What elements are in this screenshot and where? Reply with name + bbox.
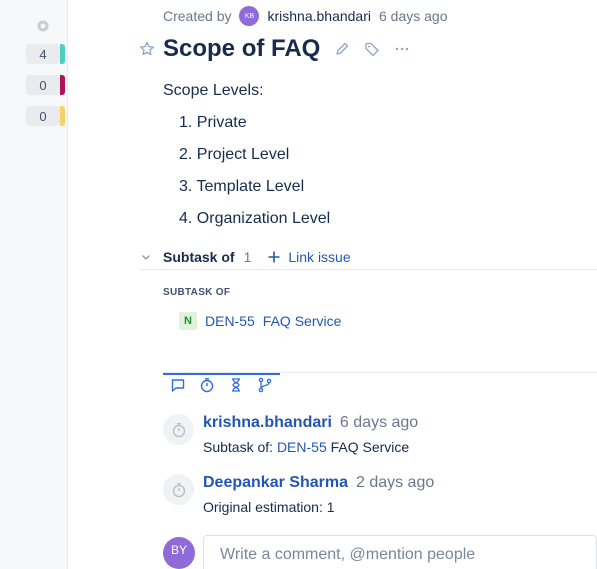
subtask-section-header: Subtask of 1 Link issue: [140, 244, 597, 270]
tag-icon[interactable]: [364, 41, 380, 57]
count-value: 4: [26, 44, 60, 64]
issue-title[interactable]: Scope of FAQ: [163, 35, 320, 63]
description-heading: Scope Levels:: [163, 82, 264, 99]
activity-user[interactable]: krishna.bhandari: [203, 414, 332, 431]
subtask-count: 1: [243, 248, 252, 265]
left-rail: 4 0 0: [0, 0, 68, 569]
activity-tabs: [163, 373, 280, 395]
subtask-of-label[interactable]: Subtask of: [163, 249, 235, 265]
activity-issue-link[interactable]: DEN-55: [277, 439, 327, 455]
created-by-meta: Created by KB krishna.bhandari 6 days ag…: [163, 5, 448, 27]
list-item: 2. Project Level: [179, 146, 290, 163]
activity-entry: krishna.bhandari 6 days ago Subtask of: D…: [163, 414, 597, 464]
tab-comments[interactable]: [163, 377, 192, 393]
edit-pencil-icon[interactable]: [334, 41, 350, 57]
stopwatch-icon: [172, 422, 185, 437]
issue-summary-link[interactable]: FAQ Service: [263, 313, 342, 329]
comment-icon: [171, 379, 184, 392]
rail-count-badge[interactable]: 0: [26, 106, 66, 126]
scope-list: 1. Private 2. Project Level 3. Template …: [179, 101, 330, 229]
issue-description[interactable]: Scope Levels: 1. Private 2. Project Leve…: [163, 81, 330, 229]
activity-avatar: [163, 474, 194, 505]
issue-type-badge: N: [179, 312, 197, 330]
activity-header: Deepankar Sharma 2 days ago: [203, 474, 434, 492]
activity-detail: Subtask of: DEN-55 FAQ Service: [203, 439, 409, 455]
git-branch-icon: [258, 377, 271, 393]
list-item: 3. Template Level: [179, 178, 305, 195]
activity-text-suffix: FAQ Service: [326, 439, 410, 455]
gear-icon[interactable]: [36, 19, 50, 33]
author-name[interactable]: krishna.bhandari: [267, 8, 371, 24]
activity-text: Original estimation: 1: [203, 499, 335, 515]
count-value: 0: [26, 106, 60, 126]
link-issue-label: Link issue: [288, 248, 351, 265]
activity-header: krishna.bhandari 6 days ago: [203, 414, 418, 432]
activity-user[interactable]: Deepankar Sharma: [203, 474, 348, 491]
comment-input[interactable]: Write a comment, @mention people: [203, 535, 597, 569]
hourglass-icon: [231, 378, 240, 392]
list-item: 1. Private: [179, 114, 247, 131]
current-user-avatar[interactable]: BY: [163, 537, 195, 569]
issue-key-link[interactable]: DEN-55: [205, 313, 255, 329]
rail-count-badge[interactable]: 4: [26, 44, 66, 64]
color-marker: [60, 44, 65, 64]
star-icon[interactable]: [139, 41, 155, 57]
created-by-label: Created by: [163, 8, 232, 24]
subtask-group-heading: SUBTASK OF: [163, 287, 231, 298]
activity-text: Subtask of:: [203, 439, 277, 455]
activity-time: 2 days ago: [355, 474, 435, 491]
stopwatch-icon: [172, 482, 185, 497]
activity-time: 6 days ago: [339, 414, 419, 431]
tab-worklog[interactable]: [192, 377, 221, 393]
tab-branches[interactable]: [250, 377, 279, 393]
rail-count-badge[interactable]: 0: [26, 75, 66, 95]
stopwatch-icon: [200, 378, 213, 393]
color-marker: [60, 75, 65, 95]
color-marker: [60, 106, 65, 126]
title-row: Scope of FAQ: [139, 33, 424, 65]
list-item: 4. Organization Level: [179, 210, 331, 227]
created-time: 6 days ago: [379, 8, 448, 24]
linked-issue-row[interactable]: N DEN-55 FAQ Service: [179, 311, 341, 331]
more-actions-icon[interactable]: [394, 41, 410, 57]
count-value: 0: [26, 75, 60, 95]
activity-entry: Deepankar Sharma 2 days ago Original esti…: [163, 474, 597, 524]
activity-avatar: [163, 414, 194, 445]
plus-icon: [268, 251, 280, 262]
tab-history[interactable]: [221, 377, 250, 393]
chevron-down-icon[interactable]: [140, 251, 152, 263]
activity-detail: Original estimation: 1: [203, 499, 335, 515]
link-issue-button[interactable]: Link issue: [267, 248, 351, 265]
author-avatar[interactable]: KB: [239, 6, 260, 26]
